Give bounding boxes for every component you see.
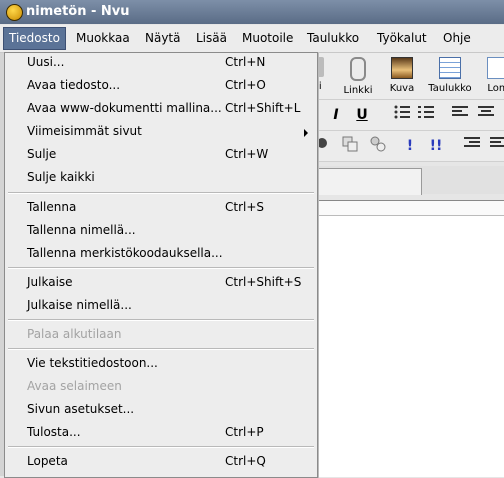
menu-item-label: Vie tekstitiedostoon...	[27, 356, 158, 370]
toolbar-label: Kuva	[389, 83, 415, 94]
composition-toolbar: uri Linkki Kuva Taulukko Lom	[308, 53, 504, 100]
menu-item-accelerator: Ctrl+Shift+S	[225, 275, 302, 289]
menu-item-label: Palaa alkutilaan	[27, 327, 122, 341]
menu-item-quit[interactable]: Lopeta Ctrl+Q	[5, 452, 317, 472]
menu-item-open-in-browser: Avaa selaimeen	[5, 377, 317, 397]
menu-lisaa[interactable]: Lisää	[196, 31, 227, 45]
menu-item-open-web-template[interactable]: Avaa www-dokumentti mallina... Ctrl+Shif…	[5, 99, 317, 119]
group-icon[interactable]	[368, 136, 388, 156]
menu-item-close[interactable]: Sulje Ctrl+W	[5, 145, 317, 165]
menu-item-recent-pages[interactable]: Viimeisimmät sivut	[5, 122, 317, 142]
editor-ruler	[316, 201, 504, 216]
menu-item-label: Tulosta...	[27, 425, 81, 439]
menu-separator	[8, 319, 314, 321]
menu-item-publish[interactable]: Julkaise Ctrl+Shift+S	[5, 273, 317, 293]
menu-item-save[interactable]: Tallenna Ctrl+S	[5, 198, 317, 218]
italic-icon[interactable]: I	[326, 105, 346, 125]
menu-item-page-setup[interactable]: Sivun asetukset...	[5, 400, 317, 420]
edit-toolbar: ! !!	[316, 131, 504, 162]
document-tab[interactable]	[316, 168, 422, 195]
align-left-icon[interactable]	[450, 105, 470, 125]
menu-item-label: Julkaise	[27, 275, 73, 289]
outdent-icon[interactable]	[488, 136, 504, 156]
toolbar-label: Linkki	[343, 85, 373, 96]
format-toolbar: I U	[316, 100, 504, 131]
menu-item-accelerator: Ctrl+N	[225, 55, 266, 69]
menu-separator	[8, 348, 314, 350]
toolbar-button-table[interactable]: Taulukko	[428, 55, 472, 97]
submenu-arrow-icon	[304, 129, 308, 137]
menu-item-revert: Palaa alkutilaan	[5, 325, 317, 345]
form-icon	[487, 57, 504, 79]
menu-item-new[interactable]: Uusi... Ctrl+N	[5, 53, 317, 73]
menu-separator	[8, 192, 314, 194]
menu-tiedosto[interactable]: Tiedosto	[3, 27, 66, 50]
underline-icon[interactable]: U	[352, 105, 372, 125]
menu-item-accelerator: Ctrl+W	[225, 147, 269, 161]
menu-muotoile[interactable]: Muotoile	[242, 31, 293, 45]
menu-item-save-with-charset[interactable]: Tallenna merkistökoodauksella...	[5, 244, 317, 264]
menu-item-accelerator: Ctrl+Shift+L	[225, 101, 301, 115]
menu-item-label: Tallenna	[27, 200, 77, 214]
bullet-list-icon[interactable]	[392, 105, 412, 125]
link-icon	[350, 57, 366, 81]
document-tab-strip	[316, 166, 504, 195]
menu-bar: Tiedosto Muokkaa Näytä Lisää Muotoile Ta…	[0, 25, 504, 53]
toolbar-button-image[interactable]: Kuva	[380, 55, 424, 97]
toolbar-label: Lom	[487, 83, 504, 94]
menu-item-label: Avaa www-dokumentti mallina...	[27, 101, 222, 115]
menu-item-label: Lopeta	[27, 454, 68, 468]
file-menu-dropdown: Uusi... Ctrl+N Avaa tiedosto... Ctrl+O A…	[4, 52, 318, 478]
menu-item-accelerator: Ctrl+O	[225, 78, 266, 92]
menu-taulukko[interactable]: Taulukko	[307, 31, 359, 45]
image-icon	[391, 57, 413, 79]
menu-item-label: Julkaise nimellä...	[27, 298, 132, 312]
menu-item-open-file[interactable]: Avaa tiedosto... Ctrl+O	[5, 76, 317, 96]
menu-item-save-as[interactable]: Tallenna nimellä...	[5, 221, 317, 241]
window-title: nimetön - Nvu	[26, 4, 130, 19]
double-exclamation-icon[interactable]: !!	[426, 136, 446, 156]
editor-area[interactable]	[316, 200, 504, 477]
menu-muokkaa[interactable]: Muokkaa	[76, 31, 130, 45]
duplicate-icon[interactable]	[340, 136, 360, 156]
indent-icon[interactable]	[462, 136, 482, 156]
menu-separator	[8, 446, 314, 448]
menu-item-label: Sulje	[27, 147, 57, 161]
menu-item-label: Viimeisimmät sivut	[27, 124, 142, 138]
toolbar-button-form[interactable]: Lom	[476, 55, 504, 97]
menu-item-accelerator: Ctrl+P	[225, 425, 264, 439]
menu-item-close-all[interactable]: Sulje kaikki	[5, 168, 317, 188]
menu-item-label: Avaa tiedosto...	[27, 78, 121, 92]
title-bar: nimetön - Nvu	[0, 0, 504, 24]
nvu-app-icon[interactable]	[6, 4, 23, 21]
menu-tyokalut[interactable]: Työkalut	[377, 31, 427, 45]
menu-item-export-text[interactable]: Vie tekstitiedostoon...	[5, 354, 317, 374]
align-center-icon[interactable]	[476, 105, 496, 125]
menu-item-label: Tallenna merkistökoodauksella...	[27, 246, 223, 260]
menu-item-label: Sulje kaikki	[27, 170, 95, 184]
menu-separator	[8, 267, 314, 269]
table-icon	[439, 57, 461, 79]
numbered-list-icon[interactable]	[416, 105, 436, 125]
menu-item-label: Tallenna nimellä...	[27, 223, 136, 237]
menu-item-label: Uusi...	[27, 55, 65, 69]
toolbar-label: Taulukko	[428, 83, 472, 94]
menu-item-label: Avaa selaimeen	[27, 379, 122, 393]
menu-item-print[interactable]: Tulosta... Ctrl+P	[5, 423, 317, 443]
menu-nayta[interactable]: Näytä	[145, 31, 181, 45]
exclamation-icon[interactable]: !	[400, 136, 420, 156]
menu-item-label: Sivun asetukset...	[27, 402, 135, 416]
menu-item-accelerator: Ctrl+Q	[225, 454, 266, 468]
menu-item-accelerator: Ctrl+S	[225, 200, 265, 214]
toolbar-button-link[interactable]: Linkki	[336, 55, 380, 97]
menu-item-publish-as[interactable]: Julkaise nimellä...	[5, 296, 317, 316]
menu-ohje[interactable]: Ohje	[443, 31, 471, 45]
